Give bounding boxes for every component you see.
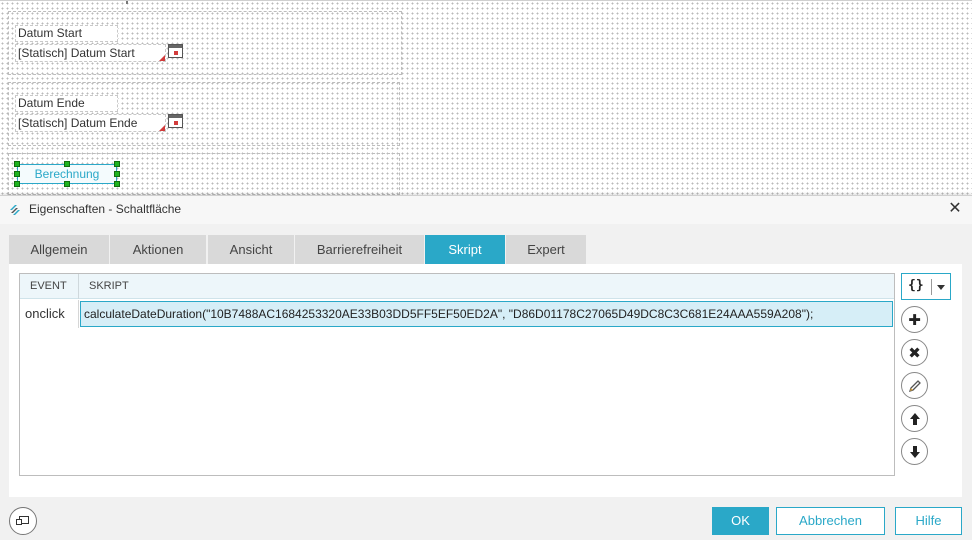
column-header-event[interactable]: EVENT	[20, 274, 79, 299]
script-cell[interactable]: calculateDateDuration("10B7488AC16842533…	[80, 301, 893, 327]
column-header-skript[interactable]: SKRIPT	[79, 274, 894, 299]
move-up-icon	[909, 412, 920, 425]
tab-ansicht[interactable]: Ansicht	[208, 235, 294, 264]
resize-handle-sw[interactable]	[14, 181, 20, 187]
field-region-start[interactable]	[8, 11, 402, 75]
tab-expert[interactable]: Expert	[506, 235, 586, 264]
move-down-button[interactable]	[901, 438, 928, 465]
delete-button[interactable]: ✖	[901, 339, 928, 366]
delete-icon: ✖	[908, 344, 921, 362]
tab-skript[interactable]: Skript	[425, 235, 505, 264]
date-field-end[interactable]: [Statisch] Datum Ende	[15, 114, 166, 132]
dropdown-separator	[931, 279, 932, 295]
date-field-start[interactable]: [Statisch] Datum Start	[15, 44, 166, 62]
add-icon: ✚	[908, 311, 921, 329]
label-datum-start[interactable]: Datum Start	[15, 25, 118, 42]
properties-dialog: Eigenschaften - Schaltfläche ✕ Allgemein…	[0, 195, 972, 540]
move-up-button[interactable]	[901, 405, 928, 432]
chevron-down-icon	[937, 285, 945, 290]
help-button[interactable]: Hilfe	[895, 507, 962, 535]
move-down-icon	[909, 445, 920, 458]
resize-handle-nw[interactable]	[14, 161, 20, 167]
tab-allgemein[interactable]: Allgemein	[9, 235, 109, 264]
cancel-button[interactable]: Abbrechen	[776, 507, 885, 535]
table-header: EVENT SKRIPT	[20, 274, 894, 299]
app-logo-icon	[10, 205, 20, 215]
label-datum-ende[interactable]: Datum Ende	[15, 95, 118, 112]
calendar-icon[interactable]	[168, 44, 183, 58]
close-icon[interactable]: ✕	[947, 201, 963, 217]
date-field-start-text: [Statisch] Datum Start	[18, 46, 135, 60]
required-marker	[159, 55, 165, 61]
table-row[interactable]: onclick calculateDateDuration("10B7488AC…	[20, 300, 894, 328]
calendar-icon[interactable]	[168, 114, 183, 128]
edit-button[interactable]	[901, 372, 928, 399]
preview-window-button[interactable]	[9, 507, 37, 535]
ok-button[interactable]: OK	[712, 507, 769, 535]
required-marker	[159, 125, 165, 131]
resize-handle-s[interactable]	[64, 181, 70, 187]
script-panel: EVENT SKRIPT onclick calculateDateDurati…	[9, 264, 962, 497]
date-field-end-text: [Statisch] Datum Ende	[18, 116, 138, 130]
resize-handle-se[interactable]	[114, 181, 120, 187]
braces-icon: {}	[908, 278, 924, 293]
resize-handle-e[interactable]	[114, 171, 120, 177]
script-table: EVENT SKRIPT onclick calculateDateDurati…	[19, 273, 895, 476]
tab-barrierefreiheit[interactable]: Barrierefreiheit	[295, 235, 424, 264]
dialog-titlebar[interactable]: Eigenschaften - Schaltfläche ✕	[0, 196, 972, 224]
resize-handle-ne[interactable]	[114, 161, 120, 167]
resize-handle-n[interactable]	[64, 161, 70, 167]
add-button[interactable]: ✚	[901, 306, 928, 333]
resize-handle-w[interactable]	[14, 171, 20, 177]
window-icon-small	[16, 519, 22, 525]
dialog-title: Eigenschaften - Schaltfläche	[29, 202, 182, 216]
designer-canvas[interactable]: Datum Start [Statisch] Datum Start Datum…	[0, 0, 972, 196]
event-cell[interactable]: onclick	[20, 300, 79, 328]
canvas-marker	[126, 1, 128, 4]
script-insert-dropdown[interactable]: {}	[901, 273, 951, 300]
edit-icon	[908, 379, 921, 392]
tab-aktionen[interactable]: Aktionen	[110, 235, 206, 264]
